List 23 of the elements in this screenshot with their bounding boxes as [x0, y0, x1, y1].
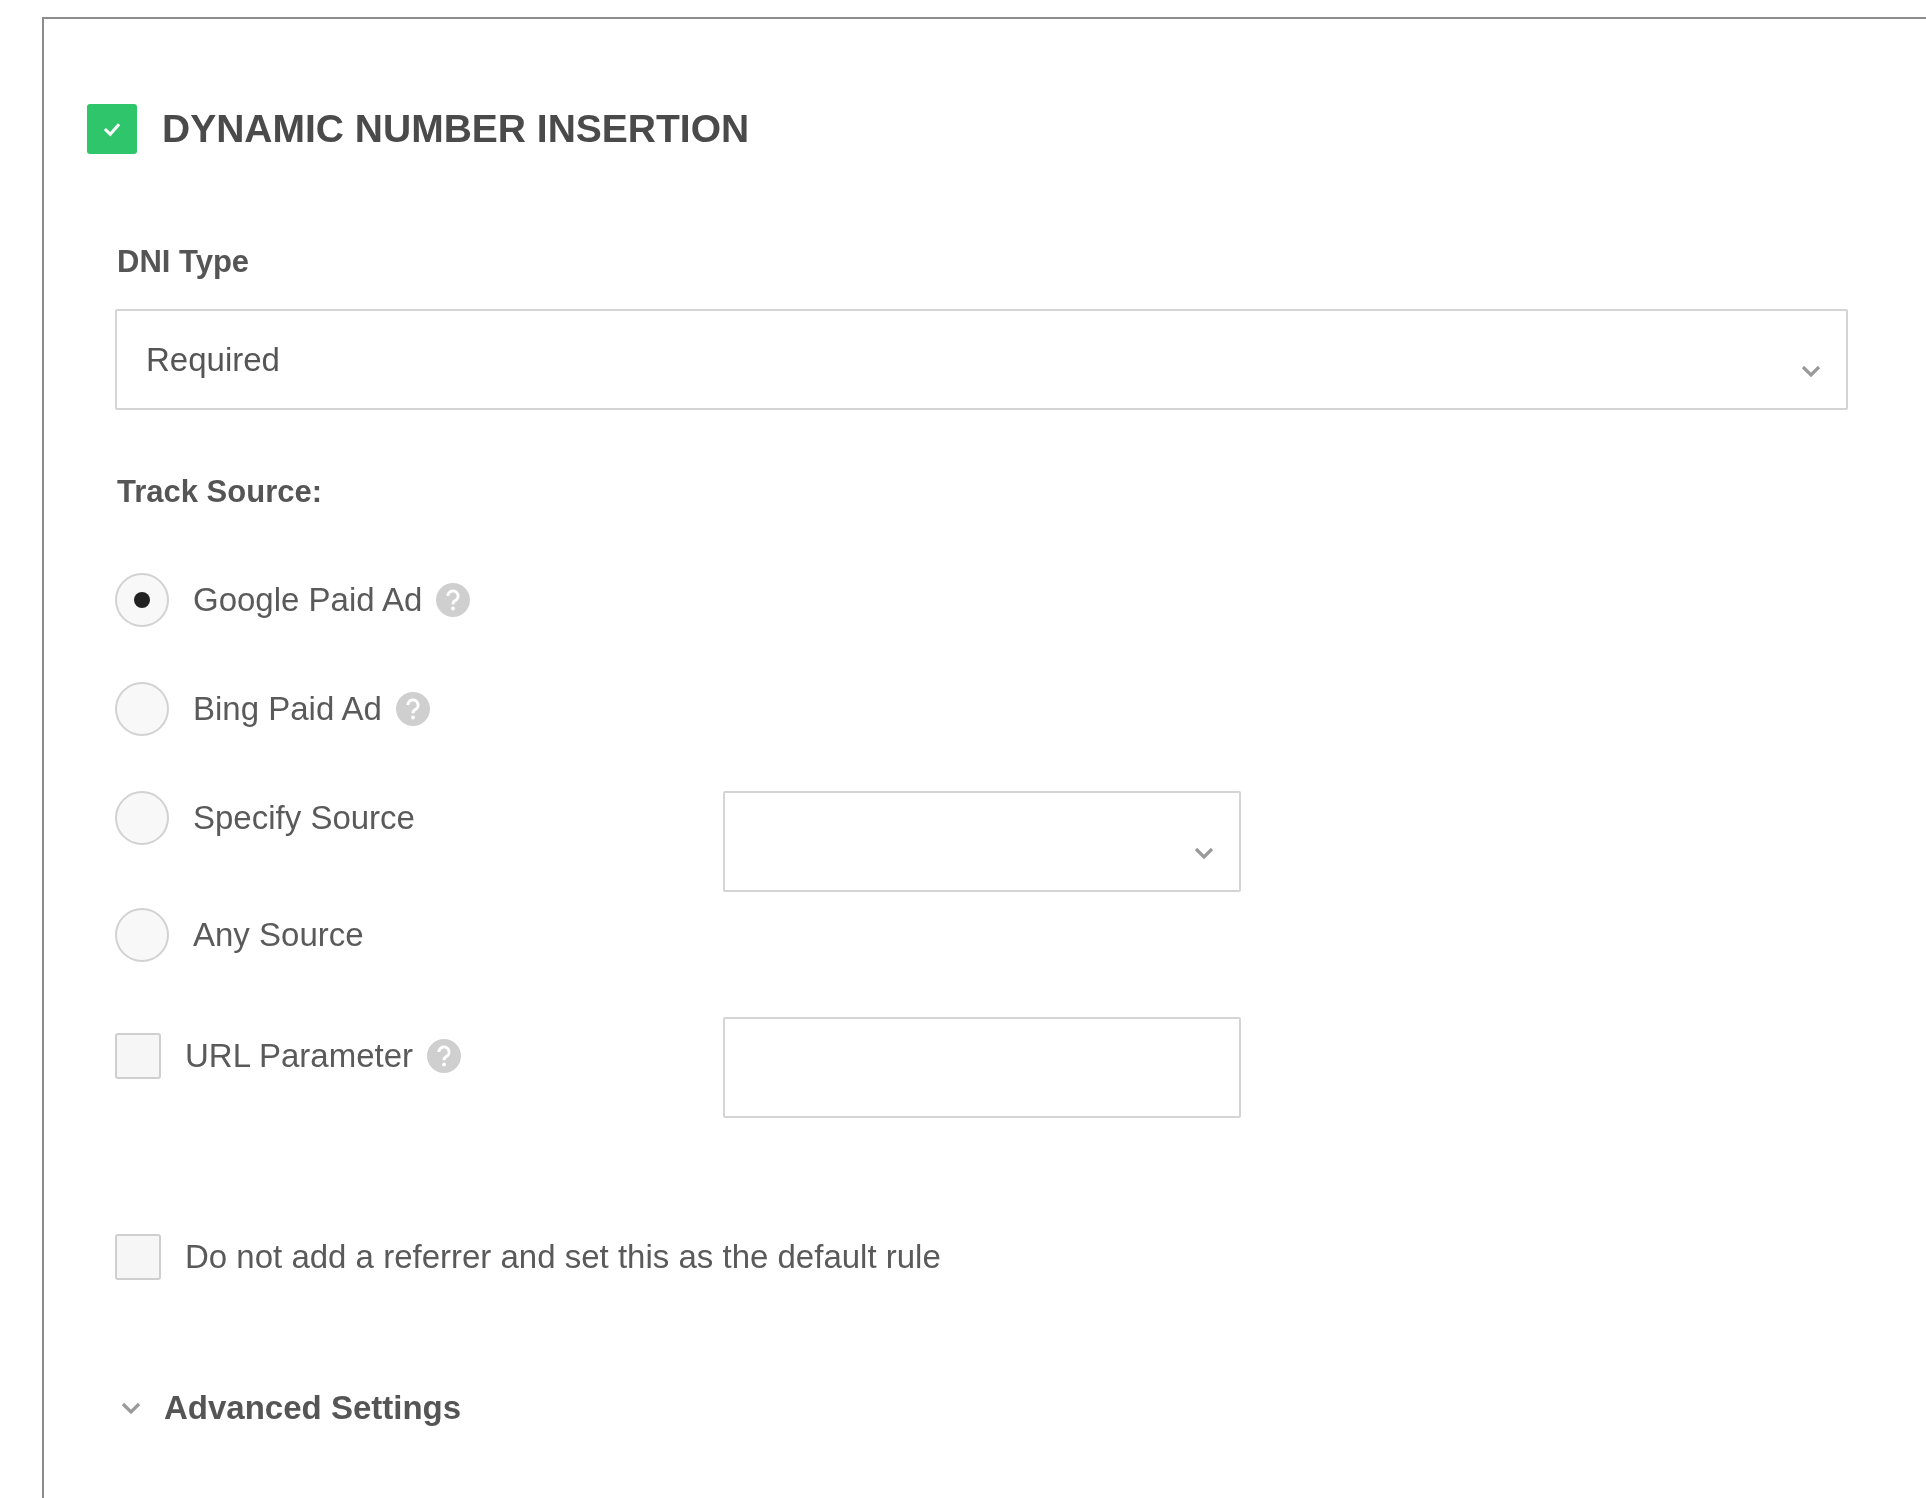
checkbox[interactable] [115, 1033, 161, 1079]
radio-dot-icon [134, 592, 150, 608]
section-title: DYNAMIC NUMBER INSERTION [162, 107, 750, 151]
option-label: URL Parameter [185, 1036, 414, 1076]
chevron-down-icon [120, 1400, 142, 1416]
field-label: DNI Type [117, 243, 251, 281]
radio-button[interactable] [115, 791, 169, 845]
option-label: Specify Source [193, 798, 415, 838]
option-label: Google Paid Ad [193, 580, 423, 620]
checkbox[interactable] [115, 1234, 161, 1280]
advanced-settings-toggle[interactable]: Advanced Settings [120, 1388, 1926, 1428]
dni-type-dropdown[interactable]: Required [115, 309, 1848, 410]
field-label: Track Source: [117, 473, 324, 511]
option-label: Bing Paid Ad [193, 689, 382, 729]
option-label: Do not add a referrer and set this as the default rule [185, 1237, 941, 1277]
parameter-input-field[interactable] [723, 1017, 1241, 1118]
checkbox[interactable] [87, 104, 137, 154]
source-dropdown[interactable] [723, 791, 1241, 892]
radio-button[interactable] [115, 908, 169, 962]
option-label: Any Source [193, 915, 364, 955]
dropdown-value: Required [146, 340, 280, 379]
radio-button[interactable] [115, 573, 169, 627]
radio-button[interactable] [115, 682, 169, 736]
